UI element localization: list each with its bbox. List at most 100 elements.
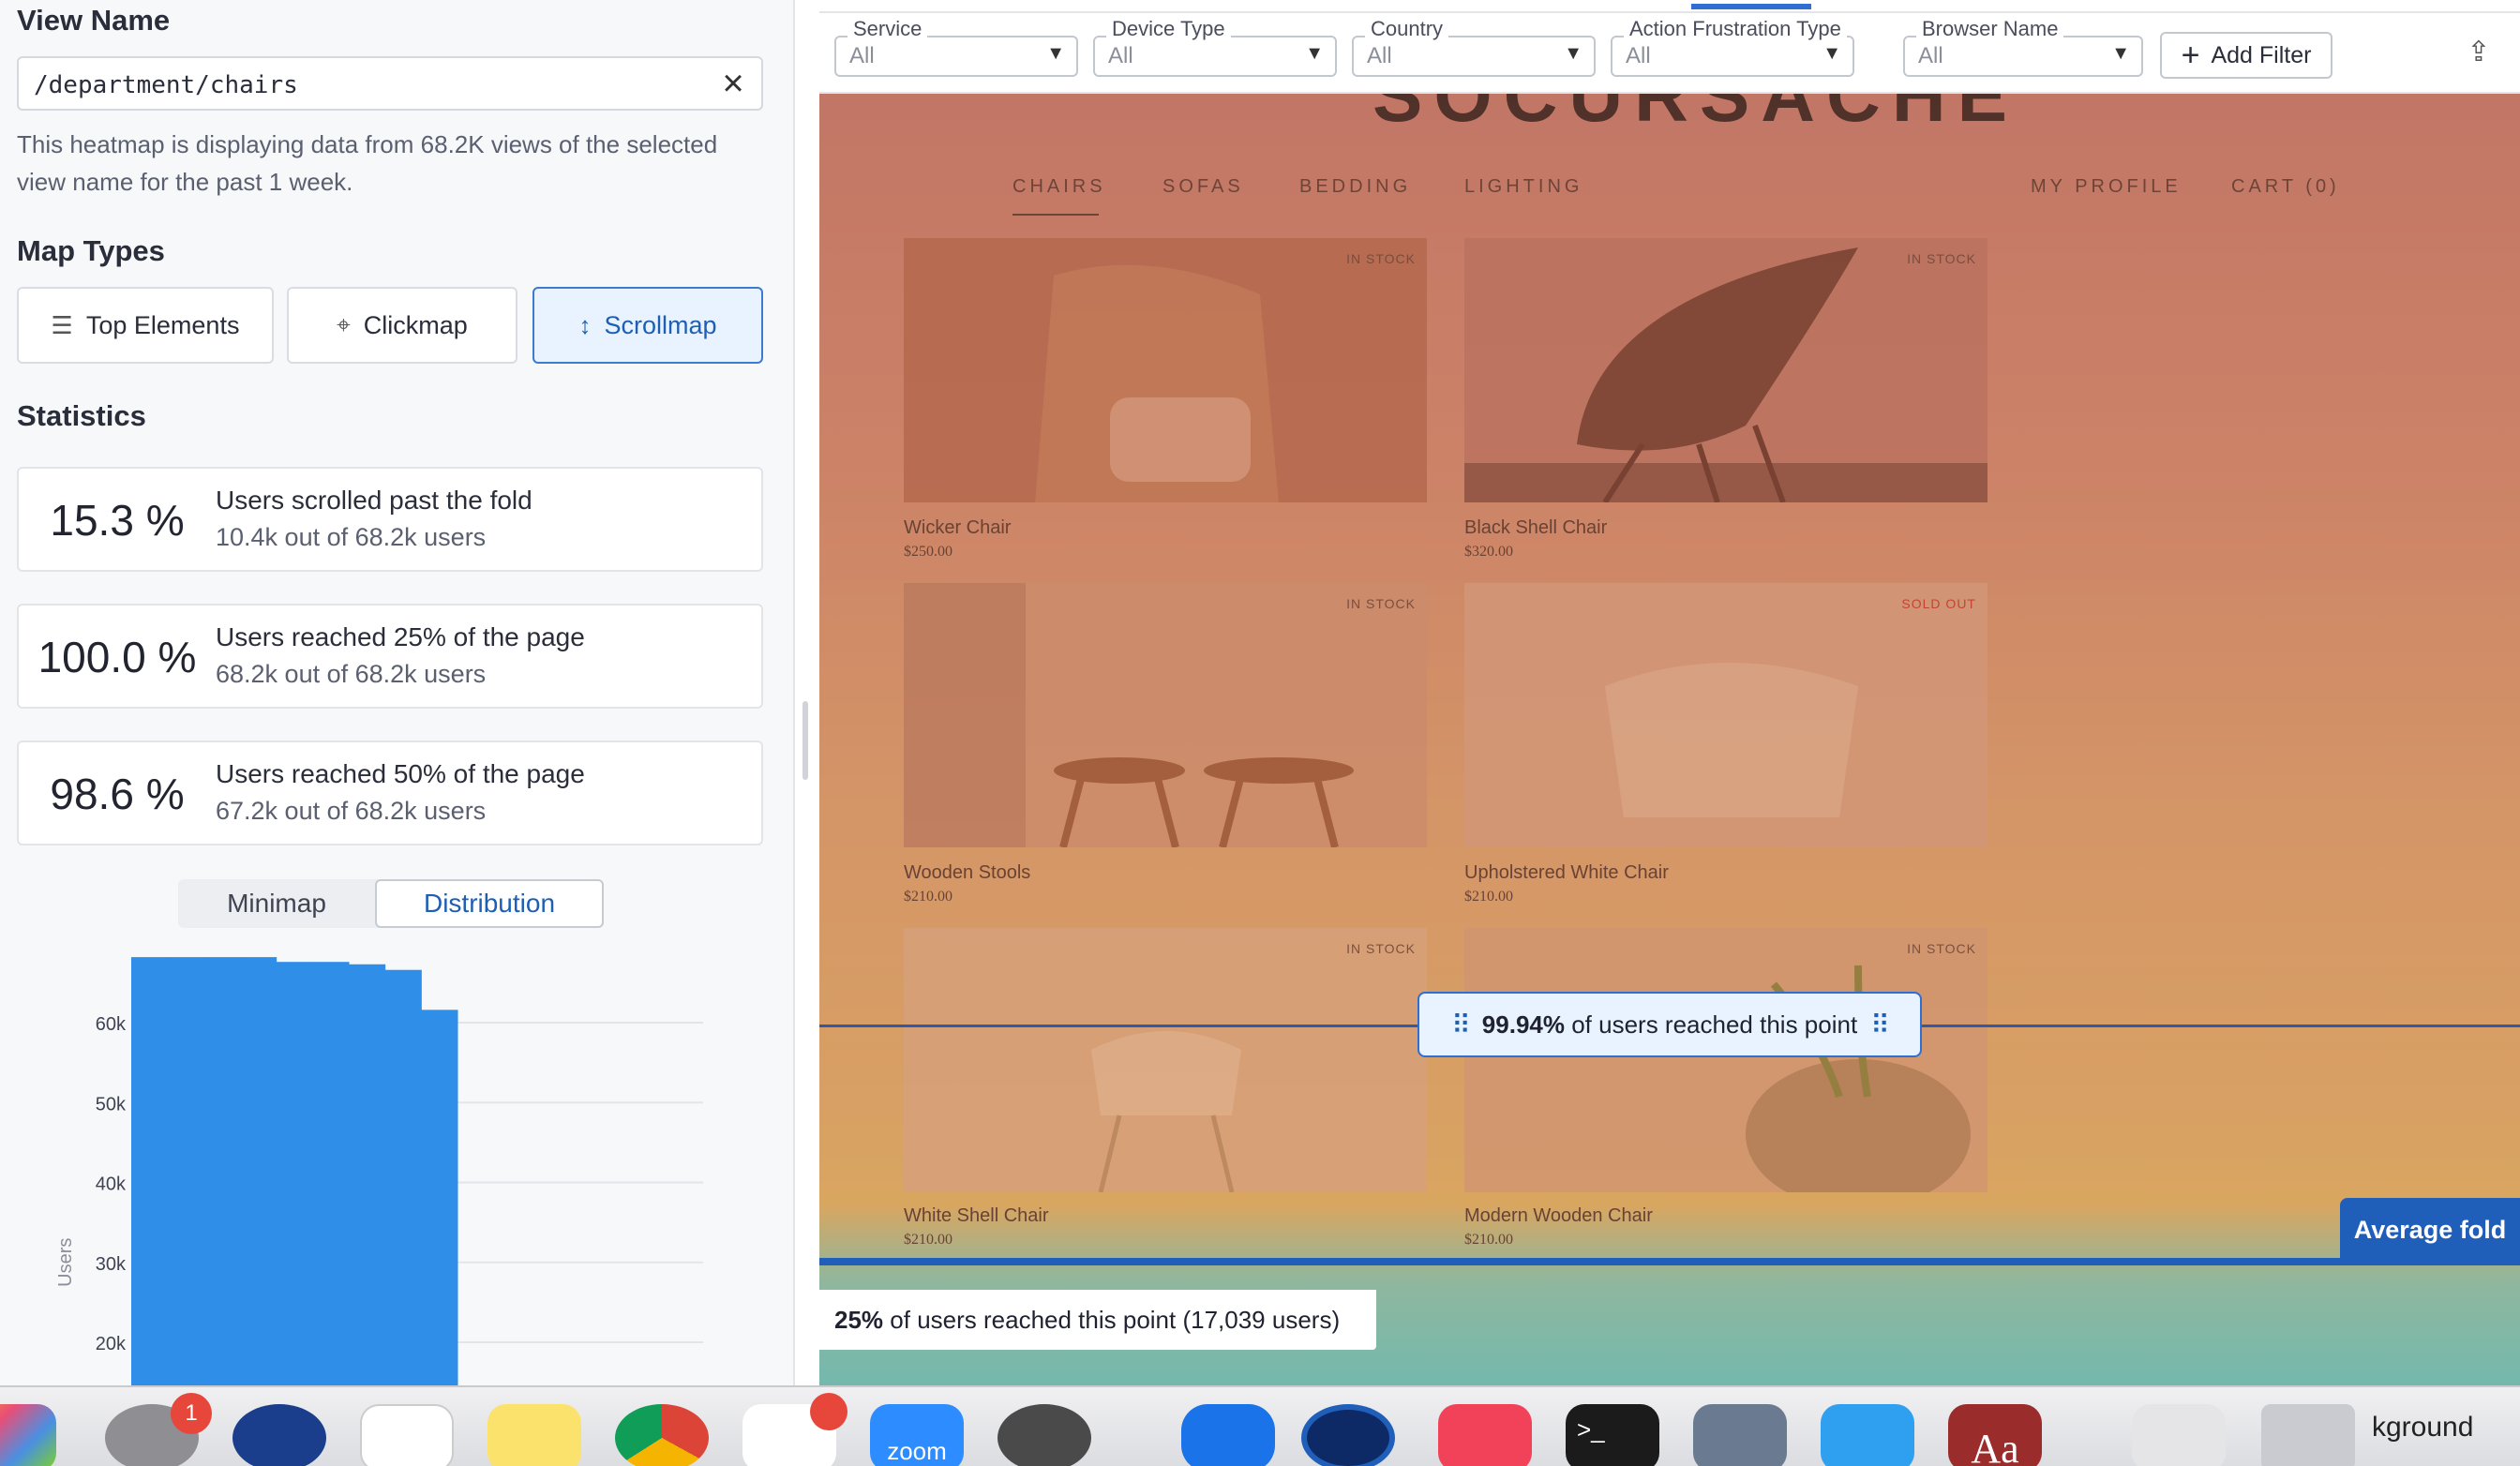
freeform-icon[interactable] — [360, 1404, 454, 1466]
tab-distribution[interactable]: Distribution — [375, 879, 604, 928]
stat-sub: 67.2k out of 68.2k users — [216, 797, 487, 825]
y-tick-label: 20k — [96, 1334, 127, 1354]
site-nav-bedding[interactable]: BEDDING — [1299, 176, 1411, 198]
list-icon: ☰ — [51, 310, 73, 339]
music-icon[interactable] — [1438, 1404, 1532, 1466]
product-name[interactable]: Wooden Stools — [904, 862, 1030, 884]
y-tick-label: 40k — [96, 1174, 127, 1195]
drag-handle-icon[interactable]: ⠿ — [1451, 1010, 1470, 1040]
cursor-click-icon: ⌖ — [337, 310, 351, 338]
white-shell-chair-image — [904, 928, 1427, 1192]
filter-value: All — [1108, 43, 1133, 68]
stock-badge: IN STOCK — [1346, 251, 1416, 266]
product-name[interactable]: Black Shell Chair — [1464, 517, 1607, 539]
terminal-icon[interactable]: >_ — [1566, 1404, 1659, 1466]
filter-browser-name[interactable]: Browser Name All ▼ — [1903, 17, 2143, 77]
preview-icon[interactable] — [1693, 1404, 1787, 1466]
stock-badge: SOLD OUT — [1901, 596, 1976, 611]
chrome-icon[interactable] — [615, 1404, 709, 1466]
product-image[interactable]: SOLD OUT — [1464, 583, 1988, 847]
product-image[interactable]: IN STOCK — [1464, 928, 1988, 1192]
dock-truncated-label: kground — [2372, 1412, 2474, 1443]
map-type-scrollmap-button[interactable]: ↕ Scrollmap — [532, 287, 763, 364]
stat-percent: 98.6 % — [50, 770, 185, 818]
chevron-down-icon: ▼ — [1822, 43, 1841, 64]
tab-minimap[interactable]: Minimap — [178, 879, 375, 928]
product-image[interactable]: IN STOCK — [904, 928, 1427, 1192]
marker-label: of users reached this point — [1571, 1010, 1858, 1039]
notification-dot — [810, 1393, 848, 1430]
black-shell-chair-image — [1464, 238, 1988, 502]
site-nav-my-profile[interactable]: MY PROFILE — [2031, 176, 2182, 198]
documents-icon[interactable] — [2132, 1404, 2226, 1466]
average-fold-line — [819, 1258, 2520, 1265]
left-panel: View Name /department/chairs × This heat… — [0, 0, 793, 1466]
filter-service[interactable]: Service All ▼ — [834, 17, 1078, 77]
video-app-icon[interactable] — [1181, 1404, 1275, 1466]
stat-card-fold: 15.3 % Users scrolled past the fold 10.4… — [17, 467, 763, 572]
chevron-down-icon: ▼ — [1305, 43, 1324, 64]
quarter-reach-label: 25% of users reached this point (17,039 … — [819, 1290, 1376, 1350]
product-name[interactable]: Modern Wooden Chair — [1464, 1205, 1653, 1227]
marker-percent: 99.94% — [1481, 1010, 1565, 1039]
wicker-chair-image — [904, 238, 1427, 502]
wooden-stools-image — [904, 583, 1427, 847]
filter-device-type[interactable]: Device Type All ▼ — [1093, 17, 1337, 77]
site-nav-cart[interactable]: CART (0) — [2231, 176, 2340, 198]
site-nav-chairs[interactable]: CHAIRS — [1012, 176, 1106, 198]
product-image[interactable]: IN STOCK — [904, 583, 1427, 847]
notes-icon[interactable] — [488, 1404, 581, 1466]
add-filter-button[interactable]: + Add Filter — [2160, 32, 2332, 79]
chevron-down-icon: ▼ — [1046, 43, 1065, 64]
stock-badge: IN STOCK — [1346, 596, 1416, 611]
scroll-point-marker[interactable]: ⠿ 99.94% of users reached this point ⠿ — [1418, 992, 1922, 1057]
password-manager-icon[interactable] — [232, 1404, 326, 1466]
filter-country[interactable]: Country All ▼ — [1352, 17, 1596, 77]
notification-badge: 1 — [171, 1393, 212, 1434]
map-types-title: Map Types — [17, 234, 165, 267]
vpn-icon[interactable] — [1301, 1404, 1395, 1466]
site-logo: SOCURSACHE — [1372, 94, 2018, 137]
filter-bar-top-border — [819, 11, 2520, 13]
nav-active-underline — [1012, 214, 1099, 216]
product-image[interactable]: IN STOCK — [904, 238, 1427, 502]
product-name[interactable]: White Shell Chair — [904, 1205, 1049, 1227]
stat-percent: 100.0 % — [38, 633, 197, 681]
stat-label: Users reached 25% of the page — [216, 622, 585, 651]
filter-action-frustration-type[interactable]: Action Frustration Type All ▼ — [1611, 17, 1854, 77]
product-image[interactable]: IN STOCK — [1464, 238, 1988, 502]
view-name-input[interactable]: /department/chairs — [17, 56, 763, 111]
product-price: $320.00 — [1464, 544, 1513, 560]
marker-text: 99.94% of users reached this point — [1482, 1010, 1857, 1040]
upholstered-white-chair-image — [1464, 583, 1988, 847]
scrollmap-heatmap: SOCURSACHE CHAIRS SOFAS BEDDING LIGHTING… — [819, 94, 2520, 1385]
trash-icon[interactable] — [2261, 1404, 2355, 1466]
keynote-icon[interactable] — [1821, 1404, 1914, 1466]
filter-value: All — [1918, 43, 1943, 68]
clear-icon[interactable]: × — [714, 65, 752, 103]
stat-sub: 68.2k out of 68.2k users — [216, 660, 487, 688]
stock-badge: IN STOCK — [1907, 941, 1976, 956]
dictionary-icon[interactable]: Aa — [1948, 1404, 2042, 1466]
site-nav-lighting[interactable]: LIGHTING — [1464, 176, 1582, 198]
launchpad-icon[interactable] — [0, 1404, 56, 1466]
map-type-top-elements-button[interactable]: ☰ Top Elements — [17, 287, 274, 364]
map-type-clickmap-button[interactable]: ⌖ Clickmap — [287, 287, 518, 364]
site-nav-sofas[interactable]: SOFAS — [1162, 176, 1244, 198]
filter-label: Action Frustration Type — [1624, 17, 1847, 41]
product-name[interactable]: Wicker Chair — [904, 517, 1011, 539]
active-tab-indicator — [1691, 4, 1811, 9]
stock-badge: IN STOCK — [1907, 251, 1976, 266]
product-name[interactable]: Upholstered White Chair — [1464, 862, 1669, 884]
add-filter-label: Add Filter — [2211, 41, 2312, 68]
drag-handle-icon[interactable]: ⠿ — [1870, 1010, 1889, 1040]
chevron-down-icon: ▼ — [2111, 43, 2130, 64]
y-tick-label: 60k — [96, 1014, 127, 1035]
y-tick-label: 30k — [96, 1254, 127, 1275]
filter-value: All — [1626, 43, 1651, 68]
zoom-icon[interactable]: zoom — [870, 1404, 964, 1466]
share-icon[interactable]: ⇪ — [2458, 36, 2499, 77]
resize-handle[interactable] — [802, 701, 808, 780]
app-store-icon[interactable] — [998, 1404, 1091, 1466]
filter-label: Device Type — [1106, 17, 1231, 41]
